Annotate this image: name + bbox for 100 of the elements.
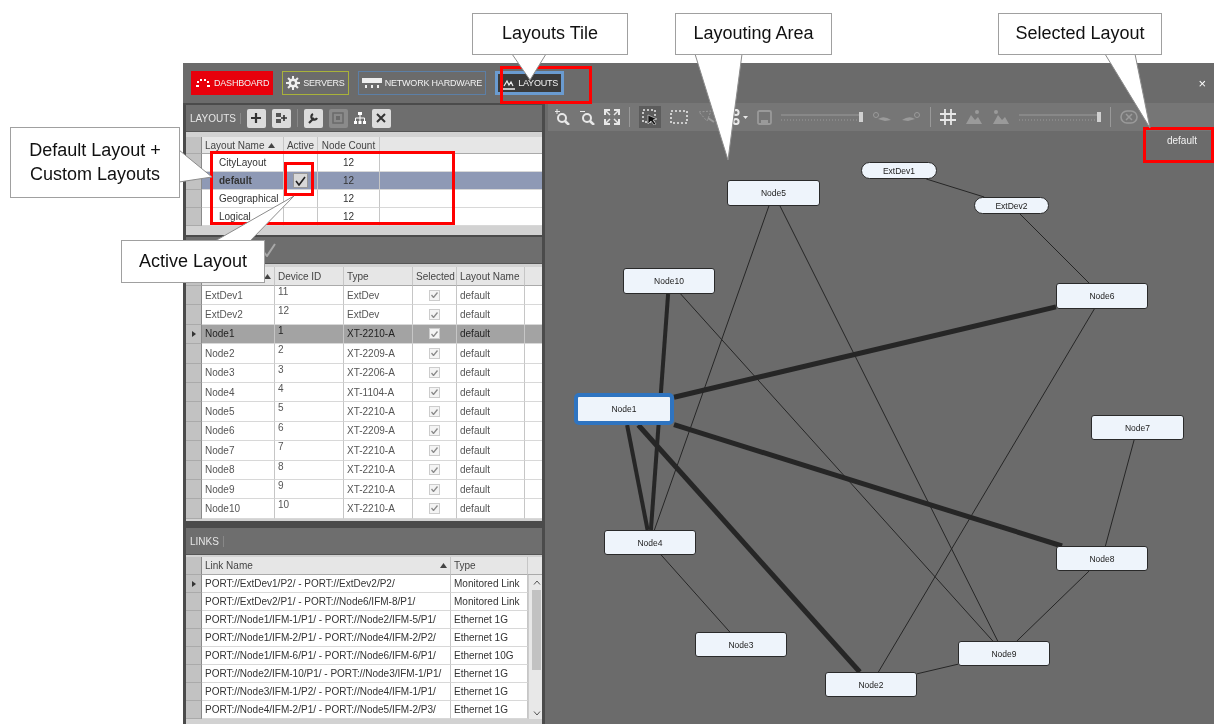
table-cell: PORT://Node4/IFM-2/P1/ - PORT://Node5/IFM-2/P3/ (205, 704, 436, 715)
column-header[interactable]: Device ID (275, 267, 344, 286)
delete-button[interactable] (371, 108, 391, 128)
table-row[interactable]: Node6 6 XT-2209-A default (186, 421, 542, 442)
table-cell: PORT://Node1/IFM-2/P1/ - PORT://Node4/IFM-2/P2/ (205, 632, 436, 643)
device-node[interactable]: Node10 (623, 268, 715, 294)
save-icon[interactable] (757, 109, 772, 125)
table-row[interactable]: Node4 4 XT-1104-A default (186, 382, 542, 403)
zoom-out-icon[interactable] (579, 109, 595, 125)
checkbox[interactable] (293, 173, 308, 188)
table-row[interactable]: Geographical 12 (186, 190, 542, 208)
delete-node-icon[interactable] (1120, 109, 1138, 125)
tab[interactable]: DASHBOARD (191, 71, 274, 95)
table-cell: PORT://ExtDev2/P1/ - PORT://Node6/IFM-8/P1/ (205, 596, 416, 607)
table-row[interactable]: CityLayout 12 (186, 154, 542, 172)
device-node[interactable]: Node8 (1056, 546, 1148, 571)
callout: Active Layout (121, 240, 265, 283)
sort-arrow-icon (264, 273, 271, 279)
table-row[interactable]: ExtDev1 11 ExtDev default (186, 286, 542, 306)
slider-thumb[interactable] (859, 112, 863, 122)
image-export-icon[interactable] (965, 109, 983, 125)
table-cell: 12 (342, 157, 355, 168)
table-row[interactable]: Node5 5 XT-2210-A default (186, 402, 542, 422)
checkbox[interactable] (429, 483, 440, 495)
device-node[interactable]: Node4 (604, 530, 696, 555)
scrollbar[interactable] (528, 575, 542, 719)
check-icon (431, 486, 438, 493)
checkbox[interactable] (429, 444, 440, 456)
slider-thumb[interactable] (1097, 112, 1101, 122)
table-row[interactable]: Logical 12 (186, 208, 542, 226)
caret-icon[interactable] (743, 115, 748, 119)
checkbox[interactable] (429, 309, 440, 321)
slider[interactable] (781, 112, 863, 122)
grid-icon[interactable] (940, 109, 956, 125)
table-row[interactable]: default 12 (186, 172, 542, 190)
connection-line[interactable] (636, 423, 862, 674)
table-row[interactable]: Node10 10 XT-2210-A default (186, 499, 542, 519)
tab[interactable]: SERVERS (282, 71, 349, 95)
duplicate-button[interactable] (328, 108, 348, 128)
edit-button[interactable] (303, 108, 323, 128)
column-header[interactable]: Type (344, 267, 413, 286)
wrench-icon (307, 112, 320, 124)
column-header[interactable]: Link Name (202, 557, 451, 575)
column-header[interactable]: Layout Name (457, 267, 525, 286)
table-cell: 12 (342, 193, 355, 204)
connection-line[interactable] (648, 293, 671, 531)
row-header[interactable] (186, 575, 202, 593)
device-node[interactable]: Node7 (1091, 415, 1184, 440)
close-button[interactable]: × (1198, 75, 1206, 91)
device-node[interactable]: ExtDev1 (861, 162, 937, 179)
checkbox[interactable] (429, 386, 440, 398)
fit-screen-icon[interactable] (604, 109, 620, 125)
column-header[interactable]: Selected (413, 267, 457, 286)
lasso-select-icon[interactable] (697, 109, 715, 125)
device-node[interactable]: Node2 (825, 672, 917, 697)
table-cell: ExtDev1 (205, 289, 243, 301)
header-filler (525, 267, 542, 286)
image-import-icon[interactable] (992, 109, 1010, 125)
marquee-select-icon[interactable] (670, 110, 688, 124)
checkbox[interactable] (429, 464, 440, 476)
table-row[interactable]: Node2 2 XT-2209-A default (186, 344, 542, 364)
connection-line[interactable] (653, 205, 770, 531)
device-node[interactable]: Node3 (695, 632, 787, 657)
row-header[interactable] (186, 324, 202, 345)
redo-icon[interactable] (901, 111, 921, 123)
table-cell: Logical (219, 211, 251, 222)
table-cell: 12 (342, 175, 355, 186)
table-row[interactable]: Node3 3 XT-2206-A default (186, 363, 542, 383)
add-copy-button[interactable] (271, 108, 291, 128)
pointer-select-button[interactable] (639, 106, 661, 128)
table-row[interactable]: Node1 1 XT-2210-A default (186, 324, 542, 345)
device-node[interactable]: ExtDev2 (974, 197, 1049, 214)
table-cell: 3 (278, 363, 284, 375)
slider[interactable] (1019, 112, 1101, 122)
checkbox[interactable] (429, 503, 440, 514)
device-node[interactable]: Node9 (958, 641, 1050, 666)
checkbox[interactable] (429, 328, 440, 340)
device-node[interactable]: Node6 (1056, 283, 1148, 309)
zoom-in-icon[interactable] (554, 109, 570, 125)
check-icon[interactable] (262, 243, 276, 257)
add-button[interactable] (246, 108, 266, 128)
undo-icon[interactable] (872, 111, 892, 123)
column-header[interactable]: Type (451, 557, 528, 575)
checkbox[interactable] (429, 367, 440, 379)
table-cell: XT-2210-A (347, 444, 395, 456)
table-row[interactable]: Node8 8 XT-2210-A default (186, 460, 542, 480)
table-cell: default (460, 503, 491, 514)
panel-title: LAYOUTS (190, 112, 241, 124)
table-row[interactable]: ExtDev2 12 ExtDev default (186, 305, 542, 325)
tab[interactable]: LAYOUTS (495, 71, 565, 95)
hierarchy-icon[interactable] (353, 112, 366, 124)
checkbox[interactable] (429, 425, 440, 437)
table-row[interactable]: Node9 9 XT-2210-A default (186, 479, 542, 500)
checkbox[interactable] (429, 406, 440, 418)
device-node[interactable]: Node1 (574, 393, 674, 425)
checkbox[interactable] (429, 289, 440, 301)
checkbox[interactable] (429, 347, 440, 359)
table-row[interactable]: Node7 7 XT-2210-A default (186, 441, 542, 461)
tab[interactable]: NETWORK HARDWARE (357, 71, 487, 95)
device-node[interactable]: Node5 (727, 180, 820, 206)
